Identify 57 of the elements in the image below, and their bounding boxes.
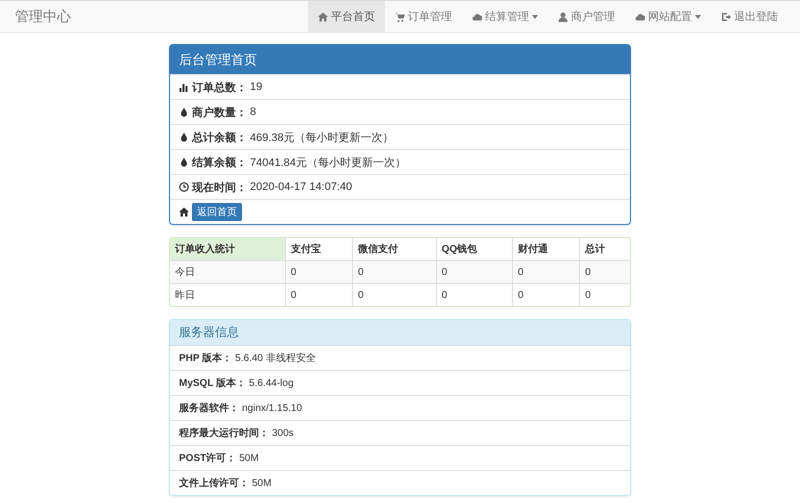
nav-item[interactable]: 订单管理 — [385, 1, 462, 32]
brand-title: 管理中心 — [14, 6, 72, 26]
info-value: 5.6.40 非线程安全 — [235, 352, 316, 365]
nav-item[interactable]: 商户管理 — [548, 1, 625, 32]
info-value: 300s — [272, 428, 294, 438]
info-label: PHP 版本： — [179, 352, 232, 365]
table-cell: 0 — [352, 260, 436, 283]
info-label: MySQL 版本： — [179, 376, 246, 390]
bar-chart-icon — [179, 82, 189, 92]
stat-value: 2020-04-17 14:07:40 — [250, 181, 352, 193]
cloud-icon — [472, 12, 482, 22]
table-cell: 0 — [512, 283, 580, 306]
stat-value: 8 — [250, 106, 256, 118]
drop-icon — [179, 107, 189, 117]
table-cell: 昨日 — [170, 283, 285, 306]
info-label: 文件上传许可： — [179, 476, 249, 490]
stat-label: 结算余额： — [192, 156, 247, 170]
nav-item[interactable]: 平台首页 — [308, 1, 385, 32]
table-cell: 0 — [579, 260, 630, 283]
stat-value: 469.38元（每小时更新一次） — [250, 130, 394, 144]
drop-icon — [179, 132, 189, 142]
logout-icon — [721, 12, 731, 22]
nav-item[interactable]: 结算管理 — [462, 1, 548, 32]
info-label: POST许可： — [179, 452, 236, 465]
table-cell: 0 — [512, 260, 580, 283]
back-home-button[interactable]: 返回首页 — [192, 203, 242, 221]
stat-label: 总计余额： — [192, 130, 247, 144]
table-cell: 0 — [436, 283, 512, 306]
cart-icon — [395, 12, 405, 22]
drop-icon — [179, 157, 189, 167]
clock-icon — [179, 182, 189, 192]
table-cell: 0 — [284, 260, 352, 283]
stat-label: 订单总数： — [192, 80, 247, 94]
info-label: 服务器软件： — [179, 402, 239, 415]
user-icon — [558, 12, 568, 22]
info-value: 5.6.44-log — [249, 378, 294, 388]
stat-label: 现在时间： — [192, 180, 247, 194]
cloud-icon — [635, 12, 645, 22]
table-cell: 0 — [284, 283, 352, 306]
panel-title: 后台管理首页 — [170, 45, 630, 74]
table-cell: 0 — [352, 283, 436, 306]
nav-item[interactable]: 网站配置 — [625, 1, 711, 32]
nav-item[interactable]: 退出登陆 — [711, 1, 788, 32]
stat-label: 商户数量： — [192, 106, 247, 120]
info-value: 50M — [239, 452, 259, 464]
info-value: 50M — [252, 478, 272, 488]
table-cell: 0 — [436, 260, 512, 283]
panel-title: 服务器信息 — [170, 320, 630, 345]
stat-value: 19 — [250, 81, 262, 93]
table-cell: 0 — [579, 283, 630, 306]
info-value: nginx/1.15.10 — [242, 402, 302, 414]
home-icon — [318, 12, 328, 22]
table-cell: 今日 — [170, 260, 285, 283]
home-icon — [179, 207, 189, 217]
stat-value: 74041.84元（每小时更新一次） — [250, 156, 406, 170]
info-label: 程序最大运行时间： — [179, 426, 269, 440]
column-header: 订单收入统计 — [170, 238, 285, 260]
